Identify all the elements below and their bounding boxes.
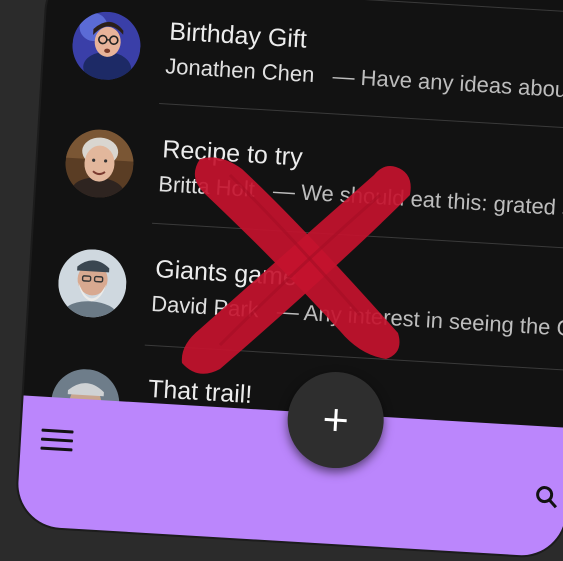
conversation-preview: We should eat this: grated squash [300,179,563,225]
conversation-title: Birthday Gift [168,17,308,54]
separator-dash: — [272,177,296,205]
conversation-sender: David Park [150,290,260,323]
hamburger-menu-icon[interactable] [40,427,75,455]
smiling-woman-avatar-icon [63,127,136,200]
avatar [70,9,143,82]
list-item[interactable]: Giants game David Park — Any interest in… [28,224,563,362]
separator-dash: — [276,298,300,325]
screenshot-stage: Birthday Gift Jonathen Chen — Have any i… [0,0,563,561]
person-with-glasses-avatar-icon [70,9,143,82]
conversation-sender: Britta Holt [157,171,256,202]
search-icon[interactable] [534,484,559,509]
conversation-subtitle: Britta Holt — We should eat this: grated… [158,171,563,225]
conversation-preview: Any interest in seeing the Giants [303,299,563,344]
separator-dash: — [331,63,356,90]
conversation-sender: Jonathen Chen [164,53,316,88]
plus-icon [324,408,347,432]
bearded-man-avatar-icon [56,247,129,320]
avatar [56,247,129,320]
conversation-subtitle: David Park — Any interest in seeing the … [150,291,563,345]
conversation-title: Recipe to try [161,135,304,172]
avatar [63,127,136,200]
conversation-subtitle: Jonathen Chen — Have any ideas about wha… [165,53,563,118]
phone-screen: Birthday Gift Jonathen Chen — Have any i… [15,0,563,558]
list-item[interactable]: Recipe to try Britta Holt — We should ea… [35,104,563,242]
conversation-title: Giants game [154,255,298,292]
conversation-preview: Have any ideas about what we should get … [360,64,563,117]
list-item[interactable]: Birthday Gift Jonathen Chen — Have any i… [42,0,563,125]
